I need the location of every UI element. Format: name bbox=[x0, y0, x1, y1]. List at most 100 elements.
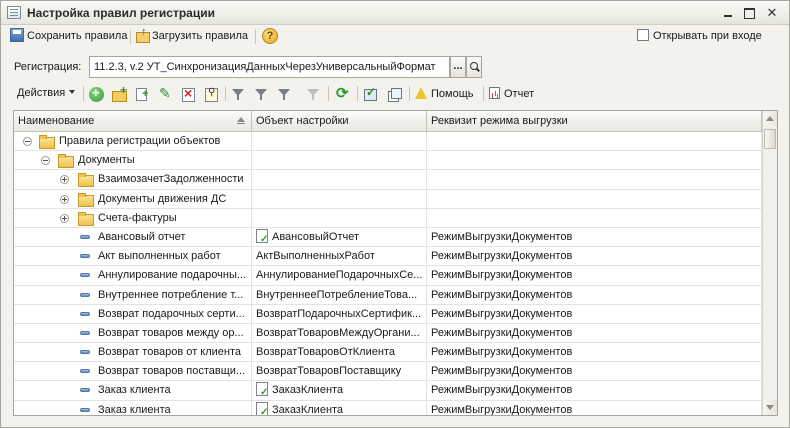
pages-icon[interactable] bbox=[387, 87, 402, 102]
cell-name[interactable]: Возврат товаров от клиента bbox=[14, 343, 252, 363]
cell-object[interactable]: ВозвратТоваровПоставщику bbox=[252, 362, 427, 382]
cell-attribute[interactable] bbox=[427, 189, 762, 209]
cell-object[interactable]: АннулированиеПодарочныхСе... bbox=[252, 266, 427, 286]
filter-icon[interactable] bbox=[231, 87, 246, 102]
cell-attribute[interactable]: РежимВыгрузкиДокументов bbox=[427, 362, 762, 382]
cell-name[interactable]: Аннулирование подарочны... bbox=[14, 266, 252, 286]
scroll-up-icon[interactable] bbox=[763, 111, 777, 126]
search-icon[interactable] bbox=[466, 56, 482, 78]
cell-object[interactable]: ЗаказКлиента bbox=[252, 381, 427, 401]
cell-object[interactable]: ЗаказКлиента bbox=[252, 400, 427, 415]
add-circle-icon[interactable] bbox=[89, 85, 104, 102]
cell-name[interactable]: Внутреннее потребление т... bbox=[14, 285, 252, 305]
report-button[interactable]: Отчет bbox=[489, 87, 534, 102]
help-link[interactable]: Помощь bbox=[415, 87, 474, 102]
minimize-button[interactable] bbox=[719, 4, 737, 21]
scroll-thumb[interactable] bbox=[764, 129, 776, 149]
help-button[interactable]: ? bbox=[262, 28, 278, 44]
cell-name[interactable]: Авансовый отчет bbox=[14, 227, 252, 247]
cell-attribute[interactable]: РежимВыгрузкиДокументов bbox=[427, 304, 762, 324]
load-rules-button[interactable]: Загрузить правила bbox=[135, 24, 248, 44]
table-row[interactable]: Счета-фактуры bbox=[14, 208, 762, 228]
table-row[interactable]: Внутреннее потребление т... ВнутреннееПот… bbox=[14, 285, 762, 305]
delete-icon[interactable] bbox=[181, 85, 196, 102]
table-row[interactable]: Правила регистрации объектов bbox=[14, 132, 762, 152]
cell-object[interactable] bbox=[252, 132, 427, 151]
cell-attribute[interactable]: РежимВыгрузкиДокументов bbox=[427, 343, 762, 363]
cell-attribute[interactable]: РежимВыгрузкиДокументов bbox=[427, 266, 762, 286]
table-row[interactable]: Возврат подарочных серти... ВозвратПодаро… bbox=[14, 304, 762, 324]
table-row[interactable]: Документы движения ДС bbox=[14, 189, 762, 209]
open-on-start-checkbox[interactable]: Открывать при входе bbox=[637, 29, 762, 42]
cell-attribute[interactable] bbox=[427, 151, 762, 171]
cell-attribute[interactable]: РежимВыгрузкиДокументов bbox=[427, 227, 762, 247]
cell-name[interactable]: Заказ клиента bbox=[14, 400, 252, 415]
cell-object[interactable] bbox=[252, 208, 427, 228]
cell-name[interactable]: Акт выполненных работ bbox=[14, 247, 252, 267]
table-row[interactable]: Авансовый отчет АвансовыйОтчет РежимВыгруз… bbox=[14, 227, 762, 248]
table-row[interactable]: Аннулирование подарочны... АннулированиеП… bbox=[14, 266, 762, 286]
cell-object[interactable]: АвансовыйОтчет bbox=[252, 227, 427, 247]
table-row[interactable]: Возврат товаров поставщи... ВозвратТоваро… bbox=[14, 362, 762, 382]
close-button[interactable]: ✕ bbox=[763, 4, 781, 21]
table-row[interactable]: Возврат товаров от клиента ВозвратТоваров… bbox=[14, 343, 762, 363]
cell-name[interactable]: Возврат подарочных серти... bbox=[14, 304, 252, 324]
cell-object[interactable]: АктВыполненныхРабот bbox=[252, 247, 427, 267]
filter-dropdown-icon[interactable] bbox=[277, 87, 292, 102]
add-folder-icon[interactable] bbox=[112, 83, 127, 102]
cell-name[interactable]: Счета-фактуры bbox=[14, 208, 252, 228]
vertical-scrollbar[interactable] bbox=[762, 111, 777, 415]
cell-object[interactable] bbox=[252, 189, 427, 209]
save-rules-button[interactable]: Сохранить правила bbox=[10, 28, 127, 44]
cell-name[interactable]: Заказ клиента bbox=[14, 381, 252, 401]
table-row[interactable]: Заказ клиента ЗаказКлиента РежимВыгрузкиДо… bbox=[14, 381, 762, 401]
mark-icon[interactable] bbox=[204, 87, 219, 102]
expand-icon[interactable] bbox=[60, 175, 69, 185]
cell-object[interactable]: ВозвратПодарочныхСертифик... bbox=[252, 304, 427, 324]
cell-attribute[interactable]: РежимВыгрузкиДокументов bbox=[427, 400, 762, 415]
expand-icon[interactable] bbox=[60, 194, 69, 204]
column-header-object[interactable]: Объект настройки bbox=[252, 111, 427, 132]
registration-input[interactable]: 11.2.3, v.2 УТ_СинхронизацияДанныхЧерезУ… bbox=[89, 56, 450, 78]
expand-icon[interactable] bbox=[60, 213, 69, 223]
cell-attribute[interactable]: РежимВыгрузкиДокументов bbox=[427, 323, 762, 343]
scroll-down-icon[interactable] bbox=[763, 400, 777, 415]
cell-attribute[interactable] bbox=[427, 208, 762, 228]
pencil-icon[interactable] bbox=[158, 85, 173, 102]
column-header-name[interactable]: Наименование bbox=[14, 111, 252, 132]
cell-object[interactable] bbox=[252, 151, 427, 171]
cell-name[interactable]: Правила регистрации объектов bbox=[14, 132, 252, 151]
actions-menu[interactable]: Действия bbox=[17, 87, 76, 99]
filter-list-icon[interactable] bbox=[254, 87, 269, 102]
cell-object[interactable]: ВнутреннееПотреблениеТова... bbox=[252, 285, 427, 305]
cell-object[interactable]: ВозвратТоваровОтКлиента bbox=[252, 343, 427, 363]
cell-name[interactable]: Документы bbox=[14, 151, 252, 171]
filter-clear-icon[interactable] bbox=[306, 87, 321, 102]
refresh-icon[interactable] bbox=[335, 84, 350, 102]
cell-attribute[interactable]: РежимВыгрузкиДокументов bbox=[427, 247, 762, 267]
cell-name[interactable]: Документы движения ДС bbox=[14, 189, 252, 209]
cell-name[interactable]: Возврат товаров между ор... bbox=[14, 323, 252, 343]
table-row[interactable]: Документы bbox=[14, 151, 762, 171]
table-row[interactable]: Возврат товаров между ор... ВозвратТоваро… bbox=[14, 323, 762, 344]
cell-object[interactable]: ВозвратТоваровМеждуОргани... bbox=[252, 323, 427, 343]
registration-select-button[interactable]: ... bbox=[450, 56, 466, 78]
collapse-icon[interactable] bbox=[23, 137, 32, 146]
table-row[interactable]: ВзаимозачетЗадолженности bbox=[14, 170, 762, 190]
copy-icon[interactable] bbox=[135, 87, 150, 102]
column-header-attribute[interactable]: Реквизит режима выгрузки bbox=[427, 111, 762, 132]
cell-object[interactable] bbox=[252, 170, 427, 190]
maximize-button[interactable] bbox=[740, 4, 758, 21]
cell-name[interactable]: Возврат товаров поставщи... bbox=[14, 362, 252, 382]
table-row[interactable]: Заказ клиента ЗаказКлиента РежимВыгрузкиДо… bbox=[14, 400, 762, 415]
cell-name[interactable]: ВзаимозачетЗадолженности bbox=[14, 170, 252, 190]
cell-attribute[interactable]: РежимВыгрузкиДокументов bbox=[427, 285, 762, 305]
cell-attribute[interactable] bbox=[427, 170, 762, 190]
table-row[interactable]: Акт выполненных работ АктВыполненныхРабот… bbox=[14, 247, 762, 267]
check-icon[interactable] bbox=[363, 85, 378, 102]
checkbox-box[interactable] bbox=[637, 29, 649, 41]
rules-table[interactable]: Наименование Объект настройки Реквизит р… bbox=[13, 110, 778, 416]
cell-attribute[interactable]: РежимВыгрузкиДокументов bbox=[427, 381, 762, 401]
collapse-icon[interactable] bbox=[41, 156, 50, 166]
cell-attribute[interactable] bbox=[427, 132, 762, 151]
